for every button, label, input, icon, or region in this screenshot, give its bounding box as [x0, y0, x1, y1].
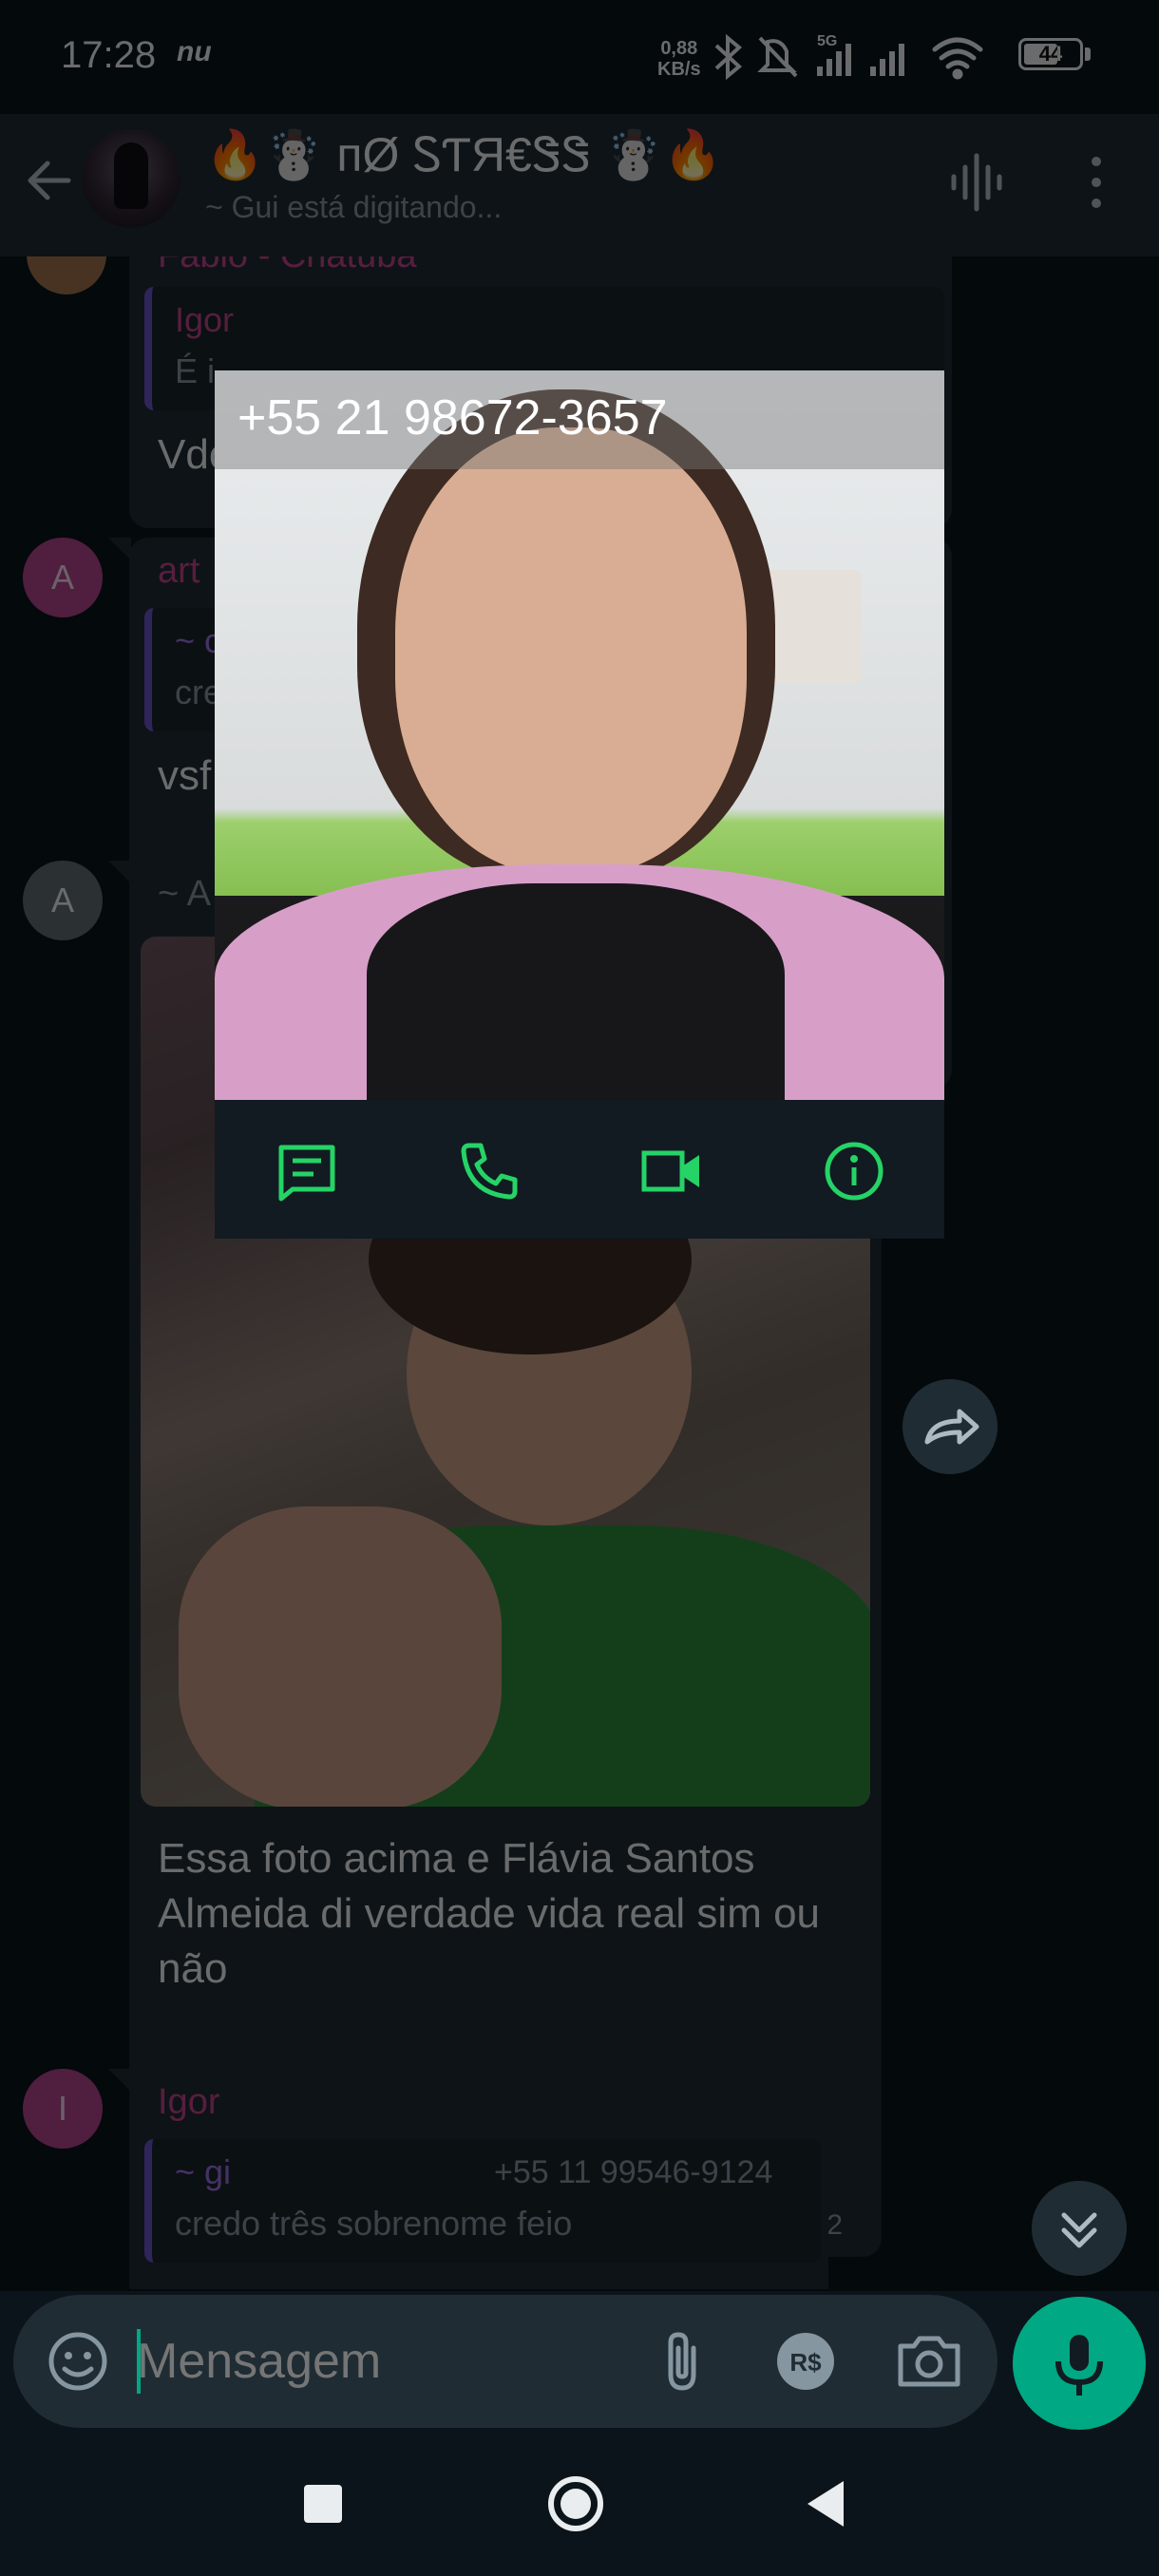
phone-icon[interactable]: [456, 1138, 522, 1204]
system-nav-bar: [0, 2432, 1159, 2576]
sender-avatar[interactable]: A: [23, 861, 103, 940]
wifi-icon: [932, 37, 983, 80]
message-bubble[interactable]: Igor ~ gi +55 11 99546-9124 credo três s…: [129, 2069, 828, 2289]
photo-shirt: [367, 883, 785, 1111]
battery-icon: 44: [1018, 38, 1083, 70]
typing-status: ~ Gui está digitando...: [205, 190, 503, 224]
quote-text: É i: [175, 351, 216, 390]
sender-name[interactable]: ~ A: [158, 874, 211, 915]
more-options-button[interactable]: [1058, 144, 1134, 220]
quoted-message[interactable]: ~ gi +55 11 99546-9124 credo três sobren…: [144, 2139, 821, 2263]
network-speed-unit: KB/s: [657, 59, 701, 80]
photo-shoulder: [179, 1506, 502, 1807]
quote-author: ~ gi: [175, 2152, 232, 2191]
mute-icon: [757, 36, 798, 78]
signal-icon-2: [870, 44, 904, 76]
bluetooth-icon: [714, 33, 743, 81]
emoji-icon[interactable]: [40, 2323, 116, 2399]
recents-button[interactable]: [285, 2466, 361, 2542]
sender-avatar[interactable]: I: [23, 2069, 103, 2149]
chat-title[interactable]: 🔥☃️ пØ ᏚƬЯ€ᏕᏕ ☃️🔥: [205, 127, 722, 183]
status-icons: 5G: [714, 33, 983, 81]
info-icon[interactable]: [821, 1138, 887, 1204]
chat-header: 🔥☃️ пØ ᏚƬЯ€ᏕᏕ ☃️🔥 ~ Gui está digitando..…: [0, 114, 1159, 256]
home-button[interactable]: [538, 2466, 614, 2542]
photo-face: [395, 427, 747, 874]
attach-icon[interactable]: [644, 2323, 720, 2399]
battery-level: 44: [1038, 42, 1063, 66]
message-icon[interactable]: [274, 1138, 340, 1204]
sender-name[interactable]: art: [158, 551, 200, 592]
camera-icon[interactable]: [891, 2323, 967, 2399]
message-text: vsf: [158, 752, 212, 799]
svg-text:R$: R$: [789, 2348, 822, 2377]
contact-photo[interactable]: [215, 370, 944, 1111]
sender-name[interactable]: Igor: [158, 2082, 219, 2123]
status-notification-text: nu: [177, 36, 212, 67]
quote-phone: +55 11 99546-9124: [494, 2154, 773, 2190]
back-nav-button[interactable]: [790, 2466, 866, 2542]
payment-icon[interactable]: R$: [768, 2323, 844, 2399]
back-button[interactable]: [19, 150, 80, 211]
forward-button[interactable]: [902, 1379, 998, 1474]
mic-button[interactable]: [1013, 2297, 1146, 2430]
voice-chat-button[interactable]: [939, 144, 1015, 220]
message-composer: R$: [13, 2295, 998, 2428]
network-speed: 0,88 KB/s: [657, 38, 701, 80]
status-bar: 17:28 nu 0,88 KB/s 5G 44: [0, 0, 1159, 114]
quote-author: Igor: [175, 300, 235, 339]
popup-contact-name: +55 21 98672-3657: [238, 390, 668, 445]
message-input[interactable]: [137, 2323, 631, 2399]
video-icon[interactable]: [638, 1138, 705, 1204]
popup-action-bar: [215, 1100, 944, 1239]
group-avatar[interactable]: [82, 129, 180, 228]
scroll-to-bottom-button[interactable]: [1032, 2181, 1127, 2276]
contact-profile-popup: +55 21 98672-3657: [215, 370, 944, 1239]
message-text: Qual seu nome completo?: [158, 2280, 646, 2289]
network-type-label: 5G: [817, 33, 837, 49]
sender-avatar[interactable]: [27, 256, 106, 294]
sender-name[interactable]: Fabio - Chatuba: [158, 256, 417, 276]
network-speed-value: 0,88: [660, 38, 698, 59]
status-time: 17:28: [61, 34, 157, 76]
quote-text: credo três sobrenome feio: [175, 2204, 573, 2243]
sender-avatar[interactable]: A: [23, 538, 103, 617]
image-caption: Essa foto acima e Flávia Santos Almeida …: [158, 1835, 821, 1992]
